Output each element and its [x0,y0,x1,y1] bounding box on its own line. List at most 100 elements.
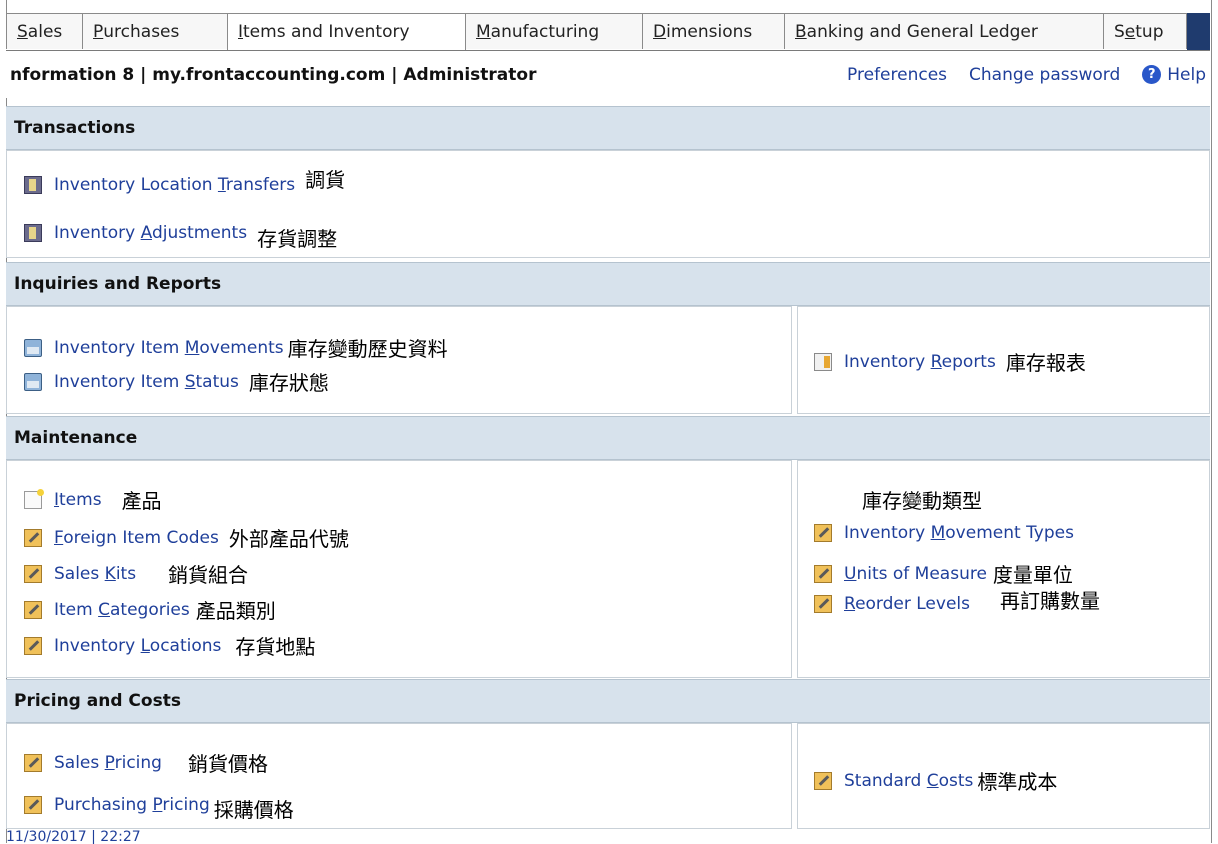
tab-label-post: tup [1135,21,1164,42]
tab-label-key: P [93,21,104,42]
help-link[interactable]: ? Help [1142,65,1206,85]
link-key: U [844,563,857,584]
link-text: Standard [844,770,927,791]
translation-annotation: 銷貨組合 [168,563,249,587]
tab-label-post: ales [27,21,63,42]
menu-item-inventory-item-status: Inventory Item Status 庫存狀態 [24,367,329,396]
translation-annotation: 庫存變動歷史資料 [287,337,448,361]
tab-items-and-inventory[interactable]: Items and Inventory [227,13,466,50]
inventory-item-movements-link[interactable]: Inventory Item Movements [54,338,284,358]
link-key: L [140,635,150,656]
tab-sales[interactable]: Sales [6,13,83,49]
inventory-item-status-link[interactable]: Inventory Item Status [54,372,239,392]
edit-icon [814,594,832,613]
section-maintenance: Maintenance [6,416,1210,460]
menu-item-reorder-levels: Reorder Levels 再訂購數量 [814,589,1100,614]
translation-annotation: 採購價格 [213,798,294,822]
tab-label-post: imensions [666,21,753,42]
inventory-adjustments-link[interactable]: Inventory Adjustments [54,223,247,243]
menu-item-standard-costs: Standard Costs 標準成本 [814,766,1057,795]
purchasing-pricing-link[interactable]: Purchasing Pricing [54,795,210,815]
tab-banking-and-general-ledger[interactable]: Banking and General Ledger [784,13,1104,49]
tab-label-key: D [653,21,667,42]
section-transactions: Transactions [6,106,1210,150]
foreign-item-codes-link[interactable]: Foreign Item Codes [54,528,219,548]
preferences-link[interactable]: Preferences [847,65,947,85]
link-text: Purchasing [54,794,153,815]
link-text: Inventory [844,523,931,543]
link-text: Inventory Location [54,175,218,195]
translation-annotation: 產品類別 [195,599,276,623]
link-key: C [926,770,939,791]
transactions-panel: Inventory Location Transfers 調貨 Inventor… [6,150,1210,258]
maintenance-left-panel: Items 產品 Foreign Item Codes 外部產品代號 Sales… [6,460,792,678]
link-key: K [104,563,116,584]
change-password-link[interactable]: Change password [969,65,1120,85]
tab-label-key: M [476,21,491,42]
link-key: R [844,593,856,614]
reorder-levels-link[interactable]: Reorder Levels [844,594,970,614]
translation-annotation: 再訂購數量 [1000,589,1100,613]
link-text: ransfers [225,175,296,195]
link-key: P [104,752,115,773]
edit-icon [24,636,42,655]
edit-icon [814,564,832,583]
items-link[interactable]: Items [54,490,102,510]
link-text: Inventory [54,222,141,243]
movement-types-annotation-row: 庫存變動類型 [862,485,982,514]
menu-item-inventory-adjustments: Inventory Adjustments 存貨調整 [24,213,337,252]
header-links: Preferences Change password ? Help [847,51,1206,98]
tab-label-post: tems and Inventory [243,22,410,42]
menu-item-inventory-locations: Inventory Locations 存貨地點 [24,631,315,660]
menu-item-sales-kits: Sales Kits 銷貨組合 [24,559,248,588]
translation-annotation: 外部產品代號 [228,527,349,551]
link-key: R [930,351,942,372]
company-info: nformation 8 | my.frontaccounting.com | … [10,64,537,85]
link-text: ricing [162,794,210,815]
main-tab-bar: Sales Purchases Items and Inventory Manu… [6,13,1210,51]
tab-label-pre: S [1114,21,1125,42]
section-title: Transactions [14,118,136,138]
link-text: nits of Measure [856,563,987,584]
sales-kits-link[interactable]: Sales Kits [54,564,136,584]
sales-pricing-link[interactable]: Sales Pricing [54,753,162,773]
units-of-measure-link[interactable]: Units of Measure [844,564,987,584]
inventory-movement-types-link[interactable]: Inventory Movement Types [844,523,1074,543]
translation-annotation: 存貨地點 [235,635,316,659]
translation-annotation: 產品 [121,489,162,513]
inventory-reports-link[interactable]: Inventory Reports [844,352,996,372]
link-text: its [115,563,137,584]
link-text: ategories [109,599,190,620]
tab-label-post: anking and General Ledger [806,21,1038,42]
tab-setup[interactable]: Se tup [1103,13,1187,49]
translation-annotation: 度量單位 [992,563,1073,587]
transaction-icon [24,223,42,242]
tab-manufacturing[interactable]: Manufacturing [465,13,643,49]
inventory-location-transfers-link[interactable]: Inventory Location Transfers [54,175,295,195]
translation-annotation: 銷貨價格 [187,752,268,776]
transaction-icon [24,176,42,194]
tab-dimensions[interactable]: Dimensions [642,13,785,49]
standard-costs-link[interactable]: Standard Costs [844,771,973,791]
link-text: oreign Item Codes [63,527,219,548]
edit-icon [814,771,832,790]
edit-icon [24,600,42,619]
link-key: T [217,175,226,195]
new-document-icon [24,488,44,509]
item-categories-link[interactable]: Item Categories [54,600,190,620]
link-text: Item [54,599,99,620]
inventory-locations-link[interactable]: Inventory Locations [54,636,221,656]
reports-icon [814,352,832,371]
edit-icon [24,564,42,583]
section-title: Maintenance [14,428,138,448]
tab-label-key: B [795,21,807,42]
help-label: Help [1167,64,1206,85]
link-text: eorder Levels [855,593,970,614]
menu-item-foreign-item-codes: Foreign Item Codes 外部產品代號 [24,523,349,552]
link-text: ovements [199,337,284,358]
menu-item-inventory-movement-types: Inventory Movement Types [814,523,1074,543]
translation-annotation: 庫存報表 [1005,351,1086,375]
link-text: djustments [151,222,248,243]
link-text: Inventory Item [54,371,185,392]
tab-purchases[interactable]: Purchases [82,13,228,49]
